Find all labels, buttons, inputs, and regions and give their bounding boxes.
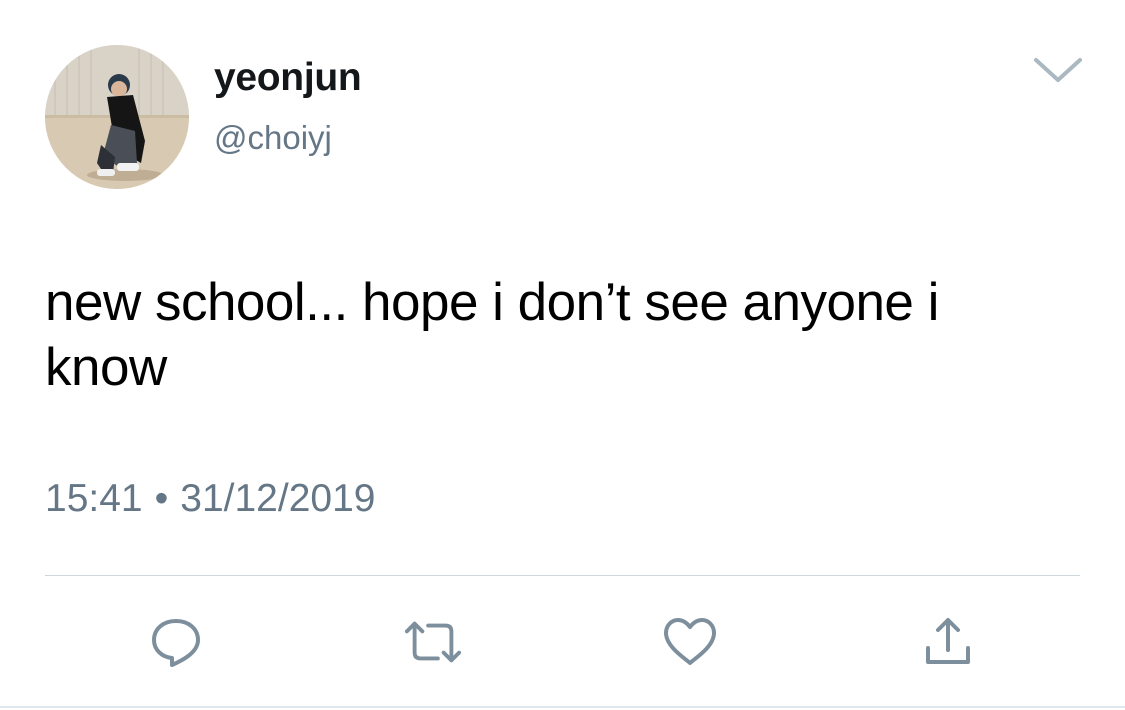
tweet-text: new school... hope i don’t see anyone i … [45, 273, 939, 397]
tweet-date: 31/12/2019 [180, 477, 376, 520]
tweet-card: yeonjun @choiyj new school... hope i don… [0, 0, 1125, 710]
share-button[interactable] [918, 612, 978, 672]
retweet-button[interactable] [403, 612, 463, 672]
avatar-photo [45, 45, 189, 189]
user-handle[interactable]: @choiyj [214, 117, 332, 159]
bottom-border [0, 706, 1125, 708]
tweet-time: 15:41 [45, 477, 143, 520]
tweet-timestamp[interactable]: 15:41 • 31/12/2019 [45, 473, 375, 525]
share-icon [926, 618, 970, 664]
chevron-down-icon[interactable] [1032, 54, 1084, 84]
display-name[interactable]: yeonjun [214, 54, 362, 102]
separator-dot: • [154, 477, 169, 520]
reply-button[interactable] [146, 612, 206, 672]
divider [45, 575, 1080, 576]
reply-icon [152, 619, 200, 667]
retweet-icon [404, 621, 462, 663]
avatar[interactable] [45, 45, 189, 189]
like-button[interactable] [660, 612, 720, 672]
heart-icon [664, 618, 716, 665]
